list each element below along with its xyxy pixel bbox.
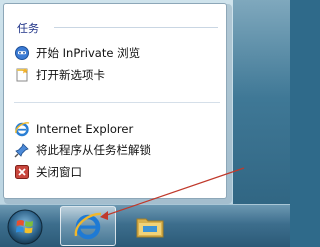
folder-icon	[136, 218, 164, 238]
menu-item-label: 将此程序从任务栏解锁	[36, 143, 151, 157]
menu-item-open-new-tab[interactable]: 打开新选项卡	[14, 65, 222, 85]
menu-item-internet-explorer[interactable]: Internet Explorer	[14, 119, 222, 139]
menu-item-unpin-from-taskbar[interactable]: 将此程序从任务栏解锁	[14, 140, 222, 160]
windows-explorer-taskbar-button[interactable]	[122, 206, 178, 246]
inprivate-icon	[14, 45, 30, 61]
menu-item-label: Internet Explorer	[36, 122, 134, 136]
new-tab-icon	[14, 67, 30, 83]
menu-item-label: 开始 InPrivate 浏览	[36, 46, 141, 60]
close-window-icon	[14, 164, 30, 180]
ie-icon	[14, 121, 30, 137]
menu-item-start-inprivate[interactable]: 开始 InPrivate 浏览	[14, 43, 222, 63]
menu-item-label: 打开新选项卡	[36, 68, 105, 82]
menu-divider	[14, 102, 220, 103]
internet-explorer-taskbar-button[interactable]	[60, 206, 116, 246]
section-title-rule	[54, 27, 218, 28]
menu-item-label: 关闭窗口	[36, 165, 82, 179]
section-title-tasks: 任务	[17, 22, 39, 35]
jumplist-menu: 任务 开始 InPrivate 浏览 打开新选项卡 Internet Explo…	[3, 3, 227, 199]
windows-logo-icon	[7, 209, 43, 245]
unpin-icon	[14, 142, 30, 158]
ie-icon	[74, 212, 102, 240]
menu-item-close-window[interactable]: 关闭窗口	[14, 162, 222, 182]
start-button[interactable]	[2, 208, 48, 246]
